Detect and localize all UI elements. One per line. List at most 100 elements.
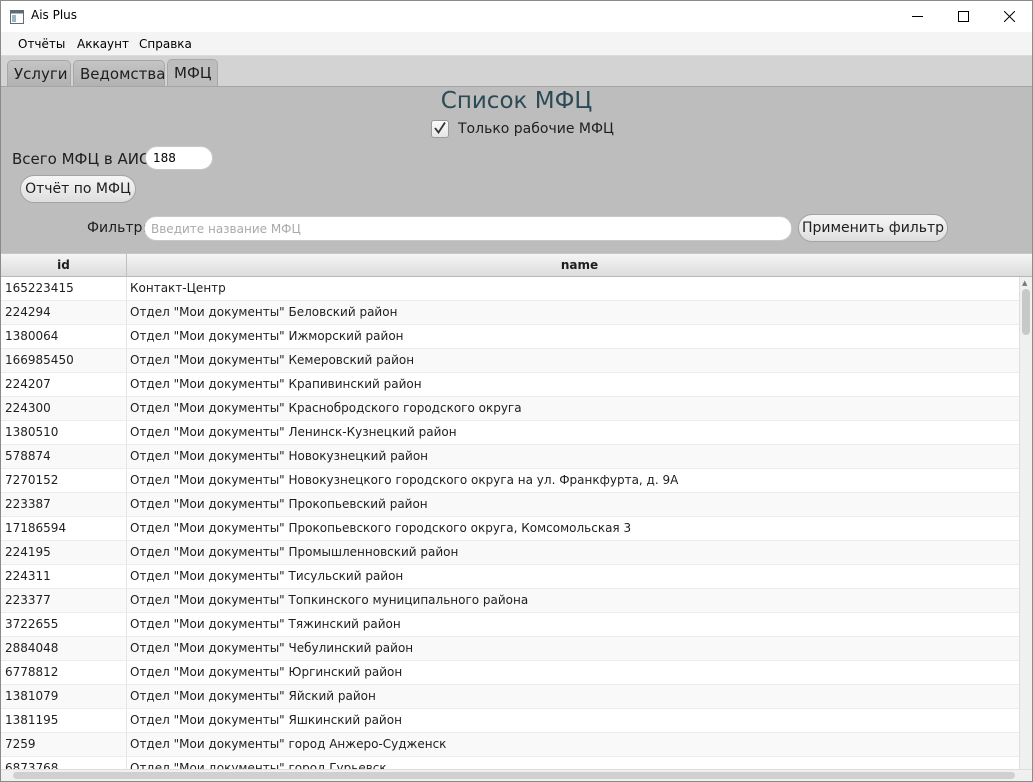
mfc-table: id name 165223415 Контакт-Центр 224294 Отде… — [1, 253, 1032, 781]
apply-filter-button[interactable]: Применить фильтр — [798, 214, 948, 242]
minimize-button[interactable] — [894, 1, 940, 32]
cell-name: Отдел "Мои документы" Яшкинский район — [130, 713, 402, 727]
tab-departments[interactable]: Ведомства — [73, 60, 165, 86]
cell-id: 1381079 — [1, 685, 127, 708]
maximize-button[interactable] — [940, 1, 986, 32]
cell-id: 223387 — [1, 493, 127, 516]
maximize-icon — [957, 7, 969, 26]
cell-id: 223377 — [1, 589, 127, 612]
filter-label: Фильтр: — [87, 220, 148, 236]
cell-name: Контакт-Центр — [130, 281, 226, 295]
menu-reports[interactable]: Отчёты — [18, 37, 65, 51]
cell-id: 17186594 — [1, 517, 127, 540]
column-header-id[interactable]: id — [1, 254, 127, 277]
table-row[interactable]: 3722655 Отдел "Мои документы" Тяжинский р… — [1, 613, 1019, 637]
cell-id: 224311 — [1, 565, 127, 588]
total-mfc-label: Всего МФЦ в АИС: — [12, 150, 155, 168]
cell-id: 578874 — [1, 445, 127, 468]
cell-name: Отдел "Мои документы" Кемеровский район — [130, 353, 415, 367]
app-window: Ais Plus Отчёты Аккаунт Справка Услуги В… — [0, 0, 1033, 782]
cell-id: 224294 — [1, 301, 127, 324]
table-row[interactable]: 1381079 Отдел "Мои документы" Яйский райо… — [1, 685, 1019, 709]
cell-name: Отдел "Мои документы" Ленинск-Кузнецкий … — [130, 425, 457, 439]
menu-account[interactable]: Аккаунт — [77, 37, 129, 51]
horizontal-scrollbar[interactable] — [1, 769, 1032, 781]
tab-mfc[interactable]: МФЦ — [167, 59, 218, 86]
title-bar: Ais Plus — [1, 1, 1032, 32]
checkmark-icon — [433, 120, 447, 139]
table-row[interactable]: 166985450 Отдел "Мои документы" Кемеровск… — [1, 349, 1019, 373]
tab-services[interactable]: Услуги — [7, 60, 71, 86]
horizontal-scroll-thumb[interactable] — [13, 772, 1015, 779]
cell-id: 165223415 — [1, 277, 127, 300]
cell-name: Отдел "Мои документы" Крапивинский район — [130, 377, 422, 391]
table-body: 165223415 Контакт-Центр 224294 Отдел "Мои д… — [1, 277, 1019, 781]
window-title: Ais Plus — [31, 8, 78, 22]
cell-name: Отдел "Мои документы" Юргинский район — [130, 665, 403, 679]
cell-name: Отдел "Мои документы" Чебулинский район — [130, 641, 414, 655]
table-header: id name — [1, 253, 1032, 277]
filter-input[interactable] — [144, 216, 792, 241]
only-working-checkbox[interactable] — [431, 120, 449, 138]
cell-name: Отдел "Мои документы" Ижморский район — [130, 329, 404, 343]
column-header-name[interactable]: name — [127, 254, 1032, 277]
scroll-up-arrow-icon[interactable]: ▲ — [1022, 279, 1027, 287]
tab-bar: Услуги Ведомства МФЦ — [1, 56, 1032, 86]
app-window-icon — [10, 9, 24, 24]
cell-name: Отдел "Мои документы" Тисульский район — [130, 569, 404, 583]
table-row[interactable]: 224195 Отдел "Мои документы" Промышленнов… — [1, 541, 1019, 565]
cell-name: Отдел "Мои документы" Тяжинский район — [130, 617, 401, 631]
table-row[interactable]: 1380064 Отдел "Мои документы" Ижморский р… — [1, 325, 1019, 349]
minimize-icon — [911, 7, 923, 26]
close-icon — [1003, 7, 1015, 26]
menu-help[interactable]: Справка — [139, 37, 192, 51]
table-row[interactable]: 165223415 Контакт-Центр — [1, 277, 1019, 301]
cell-id: 7259 — [1, 733, 127, 756]
cell-id: 224300 — [1, 397, 127, 420]
cell-name: Отдел "Мои документы" Прокопьевский райо… — [130, 497, 428, 511]
vertical-scroll-thumb[interactable] — [1022, 289, 1030, 335]
cell-name: Отдел "Мои документы" Яйский район — [130, 689, 376, 703]
cell-name: Отдел "Мои документы" Новокузнецкий райо… — [130, 449, 429, 463]
cell-id: 6778812 — [1, 661, 127, 684]
cell-id: 224207 — [1, 373, 127, 396]
table-row[interactable]: 578874 Отдел "Мои документы" Новокузнецки… — [1, 445, 1019, 469]
table-row[interactable]: 17186594 Отдел "Мои документы" Прокопьевс… — [1, 517, 1019, 541]
table-row[interactable]: 224311 Отдел "Мои документы" Тисульский р… — [1, 565, 1019, 589]
menu-bar: Отчёты Аккаунт Справка — [1, 32, 1032, 56]
cell-id: 7270152 — [1, 469, 127, 492]
cell-name: Отдел "Мои документы" Беловский район — [130, 305, 398, 319]
cell-id: 1380064 — [1, 325, 127, 348]
cell-id: 3722655 — [1, 613, 127, 636]
table-row[interactable]: 223377 Отдел "Мои документы" Топкинского … — [1, 589, 1019, 613]
table-row[interactable]: 2884048 Отдел "Мои документы" Чебулинский… — [1, 637, 1019, 661]
cell-name: Отдел "Мои документы" город Анжеро-Судже… — [130, 737, 447, 751]
cell-name: Отдел "Мои документы" Новокузнецкого гор… — [130, 473, 679, 487]
cell-name: Отдел "Мои документы" Прокопьевского гор… — [130, 521, 632, 535]
table-row[interactable]: 223387 Отдел "Мои документы" Прокопьевски… — [1, 493, 1019, 517]
mfc-panel: Список МФЦ Только рабочие МФЦ Всего МФЦ … — [1, 86, 1032, 253]
cell-id: 224195 — [1, 541, 127, 564]
cell-id: 1380510 — [1, 421, 127, 444]
table-row[interactable]: 7259 Отдел "Мои документы" город Анжеро-С… — [1, 733, 1019, 757]
table-row[interactable]: 7270152 Отдел "Мои документы" Новокузнецк… — [1, 469, 1019, 493]
table-row[interactable]: 1381195 Отдел "Мои документы" Яшкинский р… — [1, 709, 1019, 733]
close-button[interactable] — [986, 1, 1032, 32]
table-row[interactable]: 224294 Отдел "Мои документы" Беловский ра… — [1, 301, 1019, 325]
table-row[interactable]: 1380510 Отдел "Мои документы" Ленинск-Куз… — [1, 421, 1019, 445]
table-row[interactable]: 6778812 Отдел "Мои документы" Юргинский р… — [1, 661, 1019, 685]
total-mfc-field[interactable]: 188 — [145, 146, 213, 170]
only-working-label: Только рабочие МФЦ — [458, 121, 614, 137]
mfc-report-button[interactable]: Отчёт по МФЦ — [20, 175, 136, 203]
only-working-toggle[interactable]: Только рабочие МФЦ — [431, 120, 614, 138]
cell-name: Отдел "Мои документы" Топкинского муници… — [130, 593, 529, 607]
cell-id: 2884048 — [1, 637, 127, 660]
table-row[interactable]: 224207 Отдел "Мои документы" Крапивинский… — [1, 373, 1019, 397]
cell-name: Отдел "Мои документы" Краснобродского го… — [130, 401, 522, 415]
cell-name: Отдел "Мои документы" Промышленновский р… — [130, 545, 459, 559]
page-title: Список МФЦ — [440, 88, 593, 114]
cell-id: 166985450 — [1, 349, 127, 372]
vertical-scrollbar[interactable]: ▲ — [1019, 277, 1032, 769]
cell-id: 1381195 — [1, 709, 127, 732]
table-row[interactable]: 224300 Отдел "Мои документы" Краснобродск… — [1, 397, 1019, 421]
